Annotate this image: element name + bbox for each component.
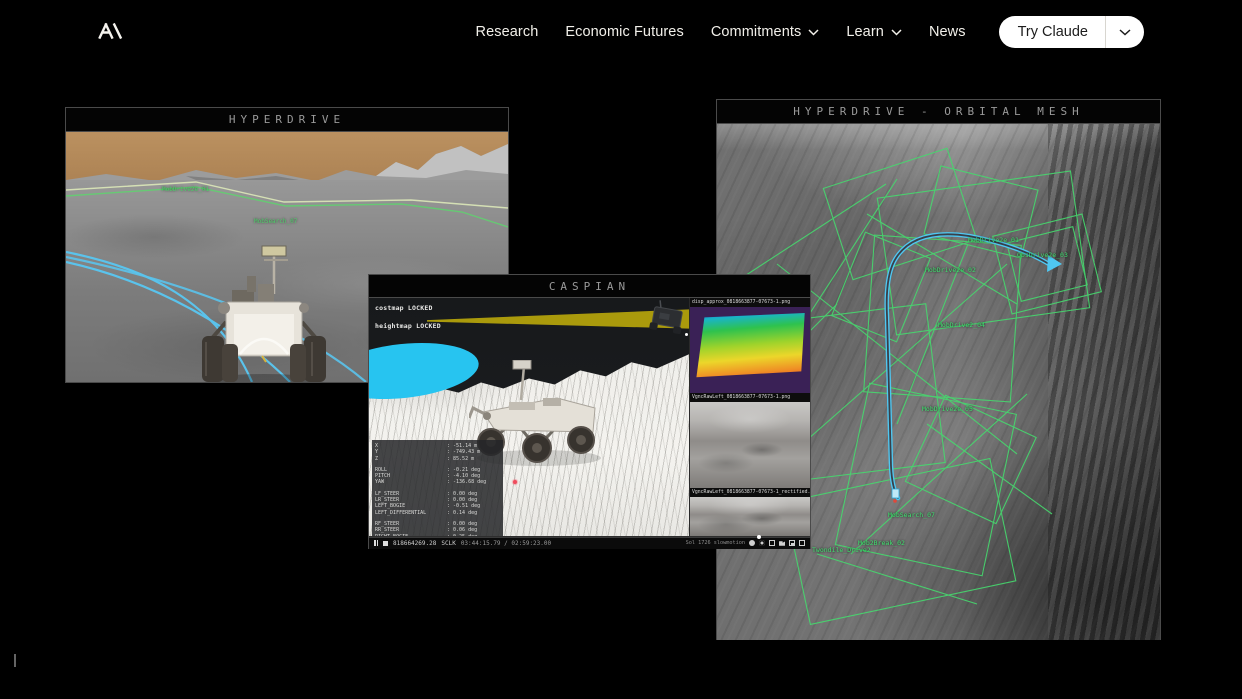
disparity-gradient [693,313,807,386]
disparity-map-image [690,307,810,393]
rectified-image-tile: VgncRawLeft_0818663877-07673-1_rectified… [690,488,810,536]
image-filename: VgncRawLeft_0818663877-07673-1_rectified… [690,488,810,497]
stop-icon [383,541,388,546]
pause-icon [374,540,378,546]
nav-learn-label: Learn [846,24,884,40]
image-filename: disp_approx_0818663877-07673-1.png [690,298,810,307]
mode-label: Sol 1726 slowmotion [686,540,745,546]
chevron-down-icon[interactable] [1106,16,1144,48]
mesh-label: MobDrive2e_01 [968,236,1019,244]
disparity-image-tile: disp_approx_0818663877-07673-1.png [690,298,810,393]
chevron-down-icon [891,24,902,40]
waypoint-label: MobDrive2e_01 [162,186,209,193]
mesh-label: MobDrive2_04 [938,321,985,329]
orbital-mesh-panel-title: HYPERDRIVE - ORBITAL MESH [717,100,1160,124]
lock-status-overlay: costmap LOCKED heightmap LOCKED [375,304,441,340]
nav-commitments-label: Commitments [711,24,802,40]
camera-image-column: disp_approx_0818663877-07673-1.png VgncR… [689,298,810,536]
waypoint-label: MobSearch_07 [254,218,297,225]
caspian-panel: CASPIAN [368,274,811,549]
caspian-3d-view: costmap LOCKED heightmap LOCKED X-51.14 … [369,298,689,536]
fullscreen-icon [799,540,805,546]
main-nav: Research Economic Futures Commitments Le… [476,15,1145,49]
anthropic-logo-icon[interactable] [97,21,123,41]
progress-track [369,537,810,538]
caspian-panel-title: CASPIAN [369,275,810,298]
rover-model-rear-view [202,244,326,382]
grayscale-terrain-photo [690,497,810,536]
sclk-label: SCLK [441,540,455,547]
costmap-lock-label: costmap LOCKED [375,304,441,312]
nav-research[interactable]: Research [476,24,539,40]
image-filename: VgncRawLeft_0818663877-07673-1.png [690,393,810,402]
mouse-cursor-dot [685,333,688,336]
pip-icon [789,540,795,546]
try-claude-button[interactable]: Try Claude [999,16,1144,48]
telemetry-attitude-group: ROLL-0.21 deg PITCH-4.10 deg YAW-136.68 … [375,467,500,486]
nav-economic-futures[interactable]: Economic Futures [565,24,683,40]
try-claude-label: Try Claude [999,16,1105,48]
mesh-label: Twondile_Drive2 [812,546,871,554]
text-cursor-artifact [14,654,16,667]
mesh-label: MobSearch_07 [888,511,935,519]
raw-left-image-tile: VgncRawLeft_0818663877-07673-1.png [690,393,810,488]
telemetry-overlay: X-51.14 m Y-749.43 m Z85.52 m ROLL-0.21 … [372,440,503,536]
nav-learn[interactable]: Learn [846,24,902,40]
raw-camera-image [690,402,810,488]
mesh-label: ObsDrive2e_03 [1017,251,1068,259]
nav-commitments[interactable]: Commitments [711,24,820,40]
rectified-camera-image [690,497,810,536]
playback-right-controls: Sol 1726 slowmotion [686,540,805,546]
sclk-value: 818664269.28 [393,540,436,547]
nav-news[interactable]: News [929,24,966,40]
gear-icon [759,540,765,546]
telemetry-position-group: X-51.14 m Y-749.43 m Z85.52 m [375,443,500,462]
chevron-down-icon [808,24,819,40]
grayscale-terrain-photo [690,402,810,488]
hyperdrive-panel-title: HYPERDRIVE [66,108,508,132]
progress-handle [757,535,761,539]
display-icon [769,540,775,546]
record-icon [749,540,755,546]
playback-bar: 818664269.28 SCLK 03:44:15.79 / 02:59:23… [369,536,810,549]
rover-silhouette [644,298,689,340]
mesh-label: MobDrive2e_02 [925,266,976,274]
target-marker [513,480,517,484]
camera-icon [779,540,785,546]
telemetry-left-group: LF_STEER0.00 deg LR_STEER0.00 deg LEFT_B… [375,491,500,516]
heightmap-lock-label: heightmap LOCKED [375,322,441,330]
timecode: 03:44:15.79 / 02:59:23.00 [461,540,551,547]
caspian-body: costmap LOCKED heightmap LOCKED X-51.14 … [369,298,810,536]
telemetry-right-group: RF_STEER0.00 deg RR_STEER0.06 deg RIGHT_… [375,521,500,536]
mesh-label: MobDrive2e_05 [922,405,973,413]
